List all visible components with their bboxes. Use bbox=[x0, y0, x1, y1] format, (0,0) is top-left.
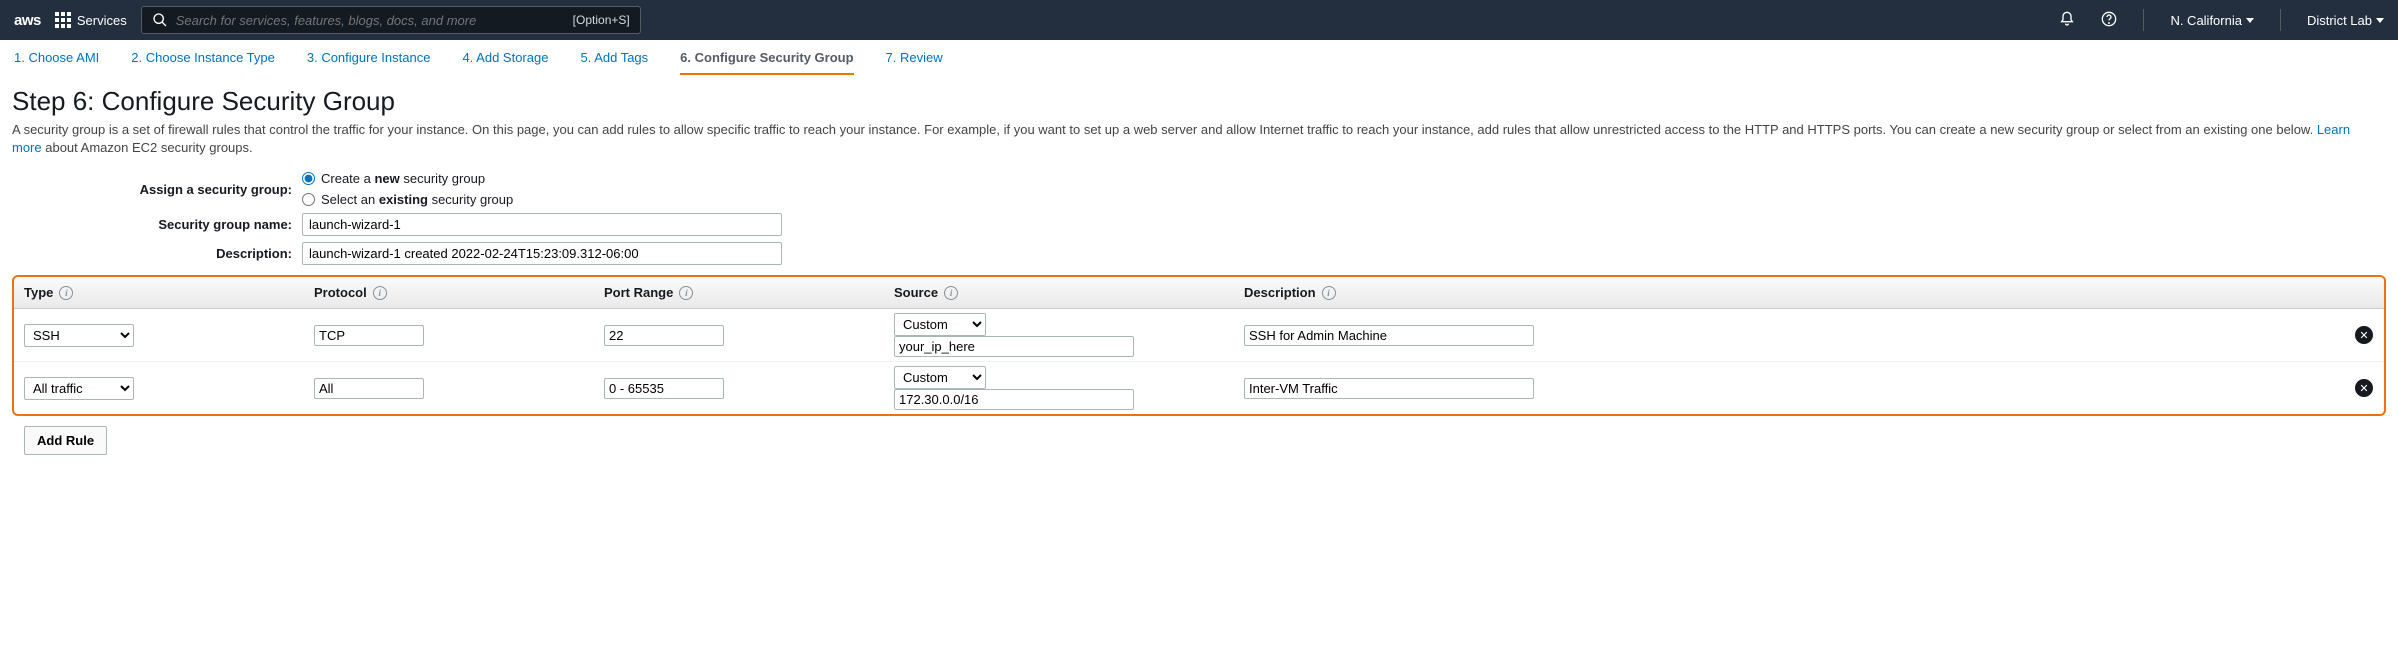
search-input[interactable] bbox=[176, 13, 565, 28]
sg-name-label: Security group name: bbox=[12, 217, 302, 232]
help-icon[interactable] bbox=[2101, 11, 2117, 30]
rule-port bbox=[604, 378, 724, 399]
tab-review[interactable]: 7. Review bbox=[886, 50, 943, 75]
rule-source-input[interactable] bbox=[894, 389, 1134, 410]
rule-source-select[interactable]: Custom bbox=[894, 366, 986, 389]
aws-logo[interactable]: aws bbox=[14, 12, 41, 29]
rule-protocol bbox=[314, 378, 424, 399]
radio-create-new[interactable]: Create a new security group bbox=[302, 171, 513, 186]
info-icon[interactable]: i bbox=[1322, 286, 1336, 300]
th-desc: Description bbox=[1244, 285, 1316, 300]
desc-post: about Amazon EC2 security groups. bbox=[42, 140, 253, 155]
radio-select-input[interactable] bbox=[302, 193, 315, 206]
info-icon[interactable]: i bbox=[59, 286, 73, 300]
info-icon[interactable]: i bbox=[373, 286, 387, 300]
search-shortcut: [Option+S] bbox=[573, 13, 630, 27]
rule-desc-input[interactable] bbox=[1244, 378, 1534, 399]
sg-desc-label: Description: bbox=[12, 246, 302, 261]
remove-rule-button[interactable]: ✕ bbox=[2355, 326, 2373, 344]
rules-table-wrap: Typei Protocoli Port Rangei Sourcei Desc… bbox=[12, 275, 2386, 416]
table-row: SSH Custom ✕ bbox=[14, 309, 2384, 362]
search-box[interactable]: [Option+S] bbox=[141, 6, 641, 34]
rule-port bbox=[604, 325, 724, 346]
rule-protocol bbox=[314, 325, 424, 346]
page-content: Step 6: Configure Security Group A secur… bbox=[0, 76, 2398, 465]
info-icon[interactable]: i bbox=[679, 286, 693, 300]
notifications-icon[interactable] bbox=[2059, 11, 2075, 30]
wizard-tabs: 1. Choose AMI 2. Choose Instance Type 3.… bbox=[0, 40, 2398, 76]
table-row: All traffic Custom ✕ bbox=[14, 362, 2384, 415]
th-protocol: Protocol bbox=[314, 285, 367, 300]
rule-source-select[interactable]: Custom bbox=[894, 313, 986, 336]
info-icon[interactable]: i bbox=[944, 286, 958, 300]
caret-down-icon bbox=[2376, 18, 2384, 23]
rule-source-input[interactable] bbox=[894, 336, 1134, 357]
page-title: Step 6: Configure Security Group bbox=[12, 86, 2386, 117]
rule-desc-input[interactable] bbox=[1244, 325, 1534, 346]
tab-add-storage[interactable]: 4. Add Storage bbox=[462, 50, 548, 75]
services-grid-icon bbox=[55, 12, 71, 28]
th-type: Type bbox=[24, 285, 53, 300]
services-button[interactable]: Services bbox=[55, 12, 127, 28]
top-nav: aws Services [Option+S] N. California Di… bbox=[0, 0, 2398, 40]
page-description: A security group is a set of firewall ru… bbox=[12, 121, 2372, 157]
tab-instance-type[interactable]: 2. Choose Instance Type bbox=[131, 50, 275, 75]
tab-add-tags[interactable]: 5. Add Tags bbox=[580, 50, 648, 75]
sg-desc-input[interactable] bbox=[302, 242, 782, 265]
caret-down-icon bbox=[2246, 18, 2254, 23]
rule-type-select[interactable]: All traffic bbox=[24, 377, 134, 400]
tab-security-group[interactable]: 6. Configure Security Group bbox=[680, 50, 853, 75]
security-group-form: Assign a security group: Create a new se… bbox=[12, 171, 2386, 265]
divider bbox=[2143, 9, 2144, 31]
th-port: Port Range bbox=[604, 285, 673, 300]
search-icon bbox=[152, 12, 168, 28]
assign-sg-label: Assign a security group: bbox=[12, 182, 302, 197]
rules-table: Typei Protocoli Port Rangei Sourcei Desc… bbox=[14, 277, 2384, 414]
remove-rule-button[interactable]: ✕ bbox=[2355, 379, 2373, 397]
desc-pre: A security group is a set of firewall ru… bbox=[12, 122, 2317, 137]
topnav-right: N. California District Lab bbox=[2059, 9, 2384, 31]
th-source: Source bbox=[894, 285, 938, 300]
rule-type-select[interactable]: SSH bbox=[24, 324, 134, 347]
account-label: District Lab bbox=[2307, 13, 2372, 28]
region-label: N. California bbox=[2170, 13, 2242, 28]
account-selector[interactable]: District Lab bbox=[2307, 13, 2384, 28]
radio-create-input[interactable] bbox=[302, 172, 315, 185]
radio-select-existing[interactable]: Select an existing security group bbox=[302, 192, 513, 207]
region-selector[interactable]: N. California bbox=[2170, 13, 2254, 28]
divider bbox=[2280, 9, 2281, 31]
sg-name-input[interactable] bbox=[302, 213, 782, 236]
services-label: Services bbox=[77, 13, 127, 28]
tab-configure-instance[interactable]: 3. Configure Instance bbox=[307, 50, 431, 75]
add-rule-button[interactable]: Add Rule bbox=[24, 426, 107, 455]
tab-choose-ami[interactable]: 1. Choose AMI bbox=[14, 50, 99, 75]
